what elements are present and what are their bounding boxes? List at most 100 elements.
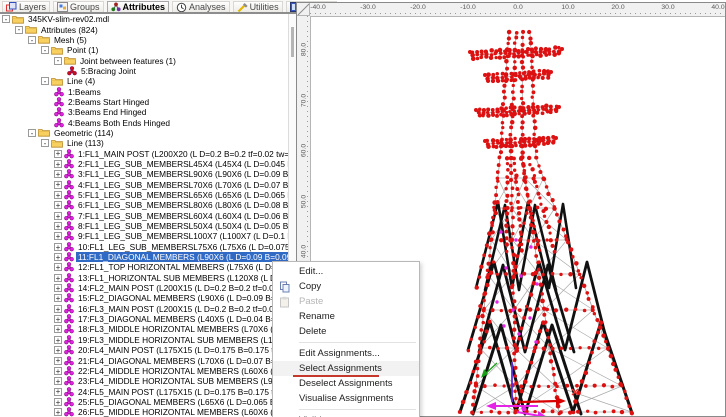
- expand-toggle-collapsed[interactable]: +: [54, 284, 62, 292]
- tree-row[interactable]: +2:FL1_LEG_SUB_MEMBERSL45X4 (L45X4 (L D=…: [0, 159, 288, 169]
- tree-scrollbar-thumb[interactable]: [291, 27, 294, 57]
- tree-item-label[interactable]: 7:FL1_LEG_SUB_MEMBERSL60X4 (L60X4 (L D=0…: [76, 211, 288, 221]
- tree-item-label[interactable]: 15:FL2_DIAGONAL MEMBERS (L90X6 (L D=0.09…: [76, 293, 288, 303]
- expand-toggle-collapsed[interactable]: +: [54, 315, 62, 323]
- tree-row[interactable]: +9:FL1_LEG_SUB_MEMBERSL100X7 (L100X7 (L …: [0, 231, 288, 241]
- expand-toggle-collapsed[interactable]: +: [54, 232, 62, 240]
- tree-item-label[interactable]: 5:FL1_LEG_SUB_MEMBERSL65X6 (L65X6 (L D=0…: [76, 190, 288, 200]
- tree-row[interactable]: 2:Beams Start Hinged: [0, 97, 288, 107]
- tree-row[interactable]: +7:FL1_LEG_SUB_MEMBERSL60X4 (L60X4 (L D=…: [0, 211, 288, 221]
- menu-item-select-assignments[interactable]: Select Assignments: [273, 361, 419, 376]
- menu-item-rename[interactable]: Rename: [273, 309, 419, 324]
- expand-toggle-expanded[interactable]: -: [28, 129, 36, 137]
- menu-item-copy[interactable]: Copy: [273, 279, 419, 294]
- tree-row[interactable]: +15:FL2_DIAGONAL MEMBERS (L90X6 (L D=0.0…: [0, 293, 288, 303]
- expand-toggle-collapsed[interactable]: +: [54, 243, 62, 251]
- tree-item-label[interactable]: 24:FL5_MAIN POST (L175X15 (L D=0.175 B=0…: [76, 387, 288, 397]
- expand-toggle-expanded[interactable]: -: [41, 77, 49, 85]
- tree-row[interactable]: - Mesh (5): [0, 35, 288, 45]
- expand-toggle-expanded[interactable]: -: [28, 36, 36, 44]
- expand-toggle-expanded[interactable]: -: [2, 15, 10, 23]
- tree-item-label[interactable]: 1:Beams: [66, 87, 103, 97]
- tree-row[interactable]: +13:FL1_HORIZONTAL SUB MEMBERS (L120X8 (…: [0, 273, 288, 283]
- tree-row[interactable]: +11:FL1_DIAGONAL MEMBERS (L90X6 (L D=0.0…: [0, 252, 288, 262]
- tree-row[interactable]: +6:FL1_LEG_SUB_MEMBERSL80X6 (L80X6 (L D=…: [0, 200, 288, 210]
- tree-row[interactable]: - Point (1): [0, 45, 288, 55]
- tree-row[interactable]: 4:Beams Both Ends Hinged: [0, 117, 288, 127]
- tree-item-label[interactable]: Attributes (824): [39, 25, 100, 35]
- tree-item-label[interactable]: 8:FL1_LEG_SUB_MEMBERSL50X4 (L50X4 (L D=0…: [76, 221, 288, 231]
- expand-toggle-collapsed[interactable]: +: [54, 367, 62, 375]
- expand-toggle-collapsed[interactable]: +: [54, 408, 62, 416]
- expand-toggle-collapsed[interactable]: +: [54, 274, 62, 282]
- expand-toggle-collapsed[interactable]: +: [54, 346, 62, 354]
- tree-item-label[interactable]: 19:FL3_MIDDLE HORIZONTAL SUB MEMBERS (L1…: [76, 335, 288, 345]
- expand-toggle-collapsed[interactable]: +: [54, 160, 62, 168]
- tree-row[interactable]: 3:Beams End Hinged: [0, 107, 288, 117]
- tree-row[interactable]: 1:Beams: [0, 86, 288, 96]
- expand-toggle-collapsed[interactable]: +: [54, 150, 62, 158]
- tree-item-label[interactable]: 25:FL5_DIAGONAL MEMBERS (L65X6 (L D=0.06…: [76, 397, 288, 407]
- tree-item-label[interactable]: 13:FL1_HORIZONTAL SUB MEMBERS (L120X8 (L…: [76, 273, 288, 283]
- expand-toggle-collapsed[interactable]: +: [54, 398, 62, 406]
- expand-toggle-collapsed[interactable]: +: [54, 325, 62, 333]
- menu-item-visualise-assignments[interactable]: Visualise Assignments: [273, 391, 419, 406]
- tree-row[interactable]: +5:FL1_LEG_SUB_MEMBERSL65X6 (L65X6 (L D=…: [0, 190, 288, 200]
- tree-item-label[interactable]: 5:Bracing Joint: [79, 66, 138, 76]
- tree-row[interactable]: - Geometric (114): [0, 128, 288, 138]
- tree-row[interactable]: +21:FL4_DIAGONAL MEMBERS (L70X6 (L D=0.0…: [0, 355, 288, 365]
- expand-toggle-expanded[interactable]: -: [41, 46, 49, 54]
- expand-toggle-collapsed[interactable]: +: [54, 191, 62, 199]
- menu-item-delete[interactable]: Delete: [273, 324, 419, 339]
- tree-row[interactable]: - 345KV-slim-rev02.mdl: [0, 14, 288, 24]
- tree-item-label[interactable]: 17:FL3_DIAGONAL MEMBERS (L40X5 (L D=0.04…: [76, 314, 288, 324]
- tree-row[interactable]: +18:FL3_MIDDLE HORIZONTAL MEMBERS (L70X6…: [0, 324, 288, 334]
- tree-item-label[interactable]: 21:FL4_DIAGONAL MEMBERS (L70X6 (L D=0.07…: [76, 356, 288, 366]
- tree-item-label[interactable]: 12:FL1_TOP HORIZONTAL MEMBERS (L75X6 (L …: [76, 262, 288, 272]
- tree-item-label[interactable]: 23:FL4_MIDDLE HORIZONTAL SUB MEMBERS (L9…: [76, 376, 288, 386]
- tree-item-label[interactable]: Point (1): [65, 45, 100, 55]
- tree-item-label[interactable]: 20:FL4_MAIN POST (L175X15 (L D=0.175 B=0…: [76, 345, 288, 355]
- tree-item-label[interactable]: 4:FL1_LEG_SUB_MEMBERSL70X6 (L70X6 (L D=0…: [76, 180, 288, 190]
- tree-item-label[interactable]: 10:FL1_LEG_SUB_MEMBERSL75X6 (L75X6 (L D=…: [76, 242, 288, 252]
- tree-row[interactable]: +24:FL5_MAIN POST (L175X15 (L D=0.175 B=…: [0, 386, 288, 396]
- tree-row[interactable]: +17:FL3_DIAGONAL MEMBERS (L40X5 (L D=0.0…: [0, 314, 288, 324]
- tree-row[interactable]: -Attributes (824): [0, 24, 288, 34]
- tree-item-label[interactable]: 6:FL1_LEG_SUB_MEMBERSL80X6 (L80X6 (L D=0…: [76, 200, 288, 210]
- tree-row[interactable]: +22:FL4_MIDDLE HORIZONTAL MEMBERS (L60X6…: [0, 366, 288, 376]
- expand-toggle-expanded[interactable]: -: [54, 57, 62, 65]
- tree-row[interactable]: +12:FL1_TOP HORIZONTAL MEMBERS (L75X6 (L…: [0, 262, 288, 272]
- tree-row[interactable]: +19:FL3_MIDDLE HORIZONTAL SUB MEMBERS (L…: [0, 335, 288, 345]
- menu-item-visible[interactable]: Visible: [273, 413, 419, 417]
- expand-toggle-collapsed[interactable]: +: [54, 222, 62, 230]
- expand-toggle-collapsed[interactable]: +: [54, 388, 62, 396]
- tree-row[interactable]: +26:FL5_MIDDLE HORIZONTAL MEMBERS (L60X6…: [0, 407, 288, 417]
- expand-toggle-collapsed[interactable]: +: [54, 305, 62, 313]
- expand-toggle-collapsed[interactable]: +: [54, 263, 62, 271]
- tree-item-label[interactable]: Line (4): [65, 76, 97, 86]
- tree-row[interactable]: +16:FL3_MAIN POST (L200X15 (L D=0.2 B=0.…: [0, 304, 288, 314]
- tree-item-label[interactable]: 26:FL5_MIDDLE HORIZONTAL MEMBERS (L60X6 …: [76, 407, 288, 417]
- tree-item-label[interactable]: 345KV-slim-rev02.mdl: [26, 14, 111, 24]
- tree-item-label[interactable]: Mesh (5): [52, 35, 89, 45]
- tree-item-label[interactable]: 22:FL4_MIDDLE HORIZONTAL MEMBERS (L60X6 …: [76, 366, 288, 376]
- tree-row[interactable]: +1:FL1_MAIN POST (L200X20 (L D=0.2 B=0.2…: [0, 148, 288, 158]
- tree-item-label[interactable]: 4:Beams Both Ends Hinged: [66, 118, 172, 128]
- menu-item-paste[interactable]: Paste: [273, 294, 419, 309]
- expand-toggle-collapsed[interactable]: +: [54, 253, 62, 261]
- tree-item-label[interactable]: 14:FL2_MAIN POST (L200X15 (L D=0.2 B=0.2…: [76, 283, 288, 293]
- tree-item-label[interactable]: 2:FL1_LEG_SUB_MEMBERSL45X4 (L45X4 (L D=0…: [76, 159, 288, 169]
- menu-item-edit[interactable]: Edit...: [273, 264, 419, 279]
- tree-item-label[interactable]: Geometric (114): [52, 128, 115, 138]
- tree-item-label[interactable]: Line (113): [65, 138, 106, 148]
- tree-item-label[interactable]: 1:FL1_MAIN POST (L200X20 (L D=0.2 B=0.2 …: [76, 149, 288, 159]
- expand-toggle-expanded[interactable]: -: [41, 139, 49, 147]
- tree-row[interactable]: +23:FL4_MIDDLE HORIZONTAL SUB MEMBERS (L…: [0, 376, 288, 386]
- tree-row[interactable]: +25:FL5_DIAGONAL MEMBERS (L65X6 (L D=0.0…: [0, 397, 288, 407]
- tree-item-label[interactable]: 16:FL3_MAIN POST (L200X15 (L D=0.2 B=0.2…: [76, 304, 288, 314]
- tree-item-label-selected[interactable]: 11:FL1_DIAGONAL MEMBERS (L90X6 (L D=0.09…: [76, 252, 288, 262]
- tree-row[interactable]: +20:FL4_MAIN POST (L175X15 (L D=0.175 B=…: [0, 345, 288, 355]
- tree-item-label[interactable]: 2:Beams Start Hinged: [66, 97, 151, 107]
- expand-toggle-collapsed[interactable]: +: [54, 201, 62, 209]
- expand-toggle-collapsed[interactable]: +: [54, 212, 62, 220]
